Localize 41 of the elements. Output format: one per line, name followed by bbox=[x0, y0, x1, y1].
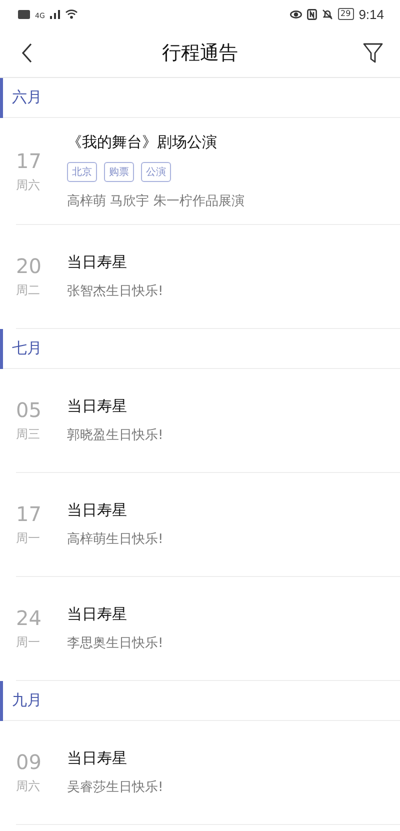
event-tag: 北京 bbox=[67, 162, 97, 182]
event-title: 当日寿星 bbox=[67, 605, 128, 624]
battery-level: 29 bbox=[338, 8, 354, 20]
month-header: 七月 bbox=[0, 328, 42, 368]
clock-time: 9:14 bbox=[358, 6, 384, 22]
event-day: 24 bbox=[16, 606, 42, 630]
event-weekday: 周一 bbox=[16, 530, 40, 547]
event-weekday: 周六 bbox=[16, 778, 40, 795]
back-icon bbox=[21, 42, 33, 62]
signal-icon bbox=[50, 10, 60, 18]
event-day: 20 bbox=[16, 254, 42, 278]
event-day: 17 bbox=[16, 502, 42, 526]
nfc-icon bbox=[306, 8, 316, 20]
event-description: 郭晓盈生日快乐! bbox=[67, 427, 164, 444]
eye-icon bbox=[290, 10, 302, 18]
event-title: 《我的舞台》剧场公演 bbox=[67, 132, 218, 152]
event-description: 张智杰生日快乐! bbox=[67, 283, 164, 300]
event-weekday: 周一 bbox=[16, 634, 40, 651]
event-weekday: 周六 bbox=[16, 176, 40, 194]
event-tag: 公演 bbox=[141, 162, 171, 182]
event-description: 李思奥生日快乐! bbox=[67, 635, 164, 652]
bell-off-icon bbox=[322, 8, 332, 20]
event-title: 当日寿星 bbox=[67, 253, 128, 272]
event-title: 当日寿星 bbox=[67, 397, 128, 416]
event-title: 当日寿星 bbox=[67, 749, 128, 768]
filter-icon bbox=[362, 42, 384, 64]
event-day: 17 bbox=[16, 148, 42, 172]
event-description: 吴睿莎生日快乐! bbox=[67, 779, 164, 796]
wifi-icon bbox=[64, 9, 78, 19]
hd-icon bbox=[18, 10, 30, 18]
event-day: 05 bbox=[16, 398, 42, 422]
event-tag: 购票 bbox=[104, 162, 134, 182]
event-weekday: 周三 bbox=[16, 426, 40, 443]
event-title: 当日寿星 bbox=[67, 501, 128, 520]
event-day: 09 bbox=[16, 750, 42, 774]
page-title: 行程通告 bbox=[162, 40, 238, 66]
month-header: 六月 bbox=[0, 78, 42, 118]
event-description: 高梓萌 马欣宇 朱一柠作品展演 bbox=[67, 192, 244, 210]
event-weekday: 周二 bbox=[16, 282, 40, 299]
month-header: 九月 bbox=[0, 680, 42, 720]
event-description: 高梓萌生日快乐! bbox=[67, 531, 164, 548]
